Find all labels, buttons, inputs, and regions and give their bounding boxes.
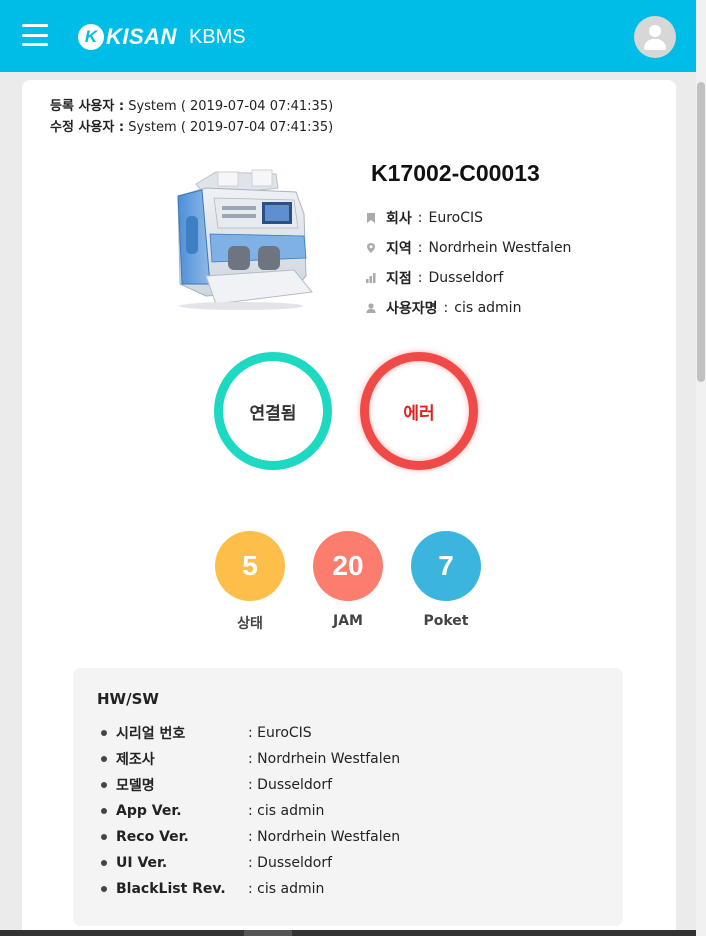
hw-label: BlackList Rev. xyxy=(116,881,226,897)
info-sep: : xyxy=(443,300,449,316)
hw-label: 모델명 xyxy=(116,778,155,794)
stat-poket[interactable]: 7 Poket xyxy=(411,531,481,629)
info-label: 지역 xyxy=(386,241,412,257)
error-status-ring[interactable]: 에러 xyxy=(360,352,478,470)
stat-poket-circle[interactable]: 7 xyxy=(411,531,481,601)
bottom-browser-bar xyxy=(0,930,696,936)
info-sep: : xyxy=(417,240,423,256)
info-row-user: 사용자명 : cis admin xyxy=(366,293,571,323)
info-value: Dusseldorf xyxy=(428,270,504,286)
info-row-region: 지역 : Nordrhein Westfalen xyxy=(366,233,571,263)
stat-jam-label: JAM xyxy=(333,613,363,629)
hw-value: : cis admin xyxy=(248,881,325,897)
user-avatar-icon[interactable] xyxy=(634,16,676,58)
bookmark-icon xyxy=(367,213,375,223)
stat-poket-label: Poket xyxy=(423,613,469,629)
stat-status[interactable]: 5 상태 xyxy=(215,531,285,633)
device-id-title: K17002-C00013 xyxy=(371,160,540,186)
page-scrollbar[interactable] xyxy=(696,0,706,936)
info-value: cis admin xyxy=(454,300,522,316)
stat-status-circle[interactable]: 5 xyxy=(215,531,285,601)
hw-value: : cis admin xyxy=(248,803,325,819)
bar-chart-icon xyxy=(366,273,376,283)
hw-sw-list: 시리얼 번호 : EuroCIS 제조사 : Nordrhein Westfalen… xyxy=(101,720,400,902)
connected-status-ring[interactable]: 연결됨 xyxy=(214,352,332,470)
created-by-value: System ( 2019-07-04 07:41:35) xyxy=(128,99,334,114)
info-label: 지점 xyxy=(386,271,412,287)
modified-by-label: 수정 사용자 : xyxy=(50,120,125,135)
info-value: Nordrhein Westfalen xyxy=(428,240,572,256)
modified-by-value: System ( 2019-07-04 07:41:35) xyxy=(128,120,334,135)
hw-label: 제조사 xyxy=(116,752,155,768)
info-sep: : xyxy=(417,270,423,286)
info-row-company: 회사 : EuroCIS xyxy=(366,203,571,233)
hw-label: UI Ver. xyxy=(116,855,168,871)
top-header: K KISAN KBMS xyxy=(0,0,696,72)
info-sep: : xyxy=(417,210,423,226)
device-info-list: 회사 : EuroCIS 지역 : Nordrhein Westfalen 지점… xyxy=(366,203,571,323)
hw-row: 제조사 : Nordrhein Westfalen xyxy=(101,746,400,772)
hw-row: Reco Ver. : Nordrhein Westfalen xyxy=(101,824,400,850)
location-pin-icon xyxy=(367,243,375,253)
hw-row: 시리얼 번호 : EuroCIS xyxy=(101,720,400,746)
kisan-logo[interactable]: K KISAN KBMS xyxy=(78,22,246,52)
info-value: EuroCIS xyxy=(428,210,484,226)
hw-row: App Ver. : cis admin xyxy=(101,798,400,824)
hw-label: Reco Ver. xyxy=(116,829,189,845)
hw-label: App Ver. xyxy=(116,803,182,819)
hw-value: : Dusseldorf xyxy=(248,855,333,871)
stat-jam[interactable]: 20 JAM xyxy=(313,531,383,629)
product-name: KBMS xyxy=(188,25,246,48)
hw-row: UI Ver. : Dusseldorf xyxy=(101,850,400,876)
hamburger-menu-icon[interactable] xyxy=(22,24,48,46)
logo-mark: K xyxy=(78,24,104,50)
hw-value: : Nordrhein Westfalen xyxy=(248,751,401,767)
record-meta: 등록 사용자 : System ( 2019-07-04 07:41:35) 수… xyxy=(50,96,333,138)
info-label: 사용자명 xyxy=(386,301,438,317)
error-status-label: 에러 xyxy=(403,403,435,424)
logo-brand-text: KISAN xyxy=(106,24,177,49)
connected-status-label: 연결됨 xyxy=(249,403,297,424)
created-by-label: 등록 사용자 : xyxy=(50,99,125,114)
hw-sw-panel: HW/SW 시리얼 번호 : EuroCIS 제조사 : Nordrhein Wes… xyxy=(73,668,623,926)
hw-row: BlackList Rev. : cis admin xyxy=(101,876,400,902)
hw-value: : Nordrhein Westfalen xyxy=(248,829,401,845)
hw-sw-title: HW/SW xyxy=(97,690,159,708)
stat-status-label: 상태 xyxy=(237,616,263,632)
hw-value: : Dusseldorf xyxy=(248,777,333,793)
hw-label: 시리얼 번호 xyxy=(116,726,186,742)
info-label: 회사 xyxy=(386,211,412,227)
info-row-branch: 지점 : Dusseldorf xyxy=(366,263,571,293)
scrollbar-thumb[interactable] xyxy=(697,82,705,382)
stat-jam-circle[interactable]: 20 xyxy=(313,531,383,601)
hw-value: : EuroCIS xyxy=(248,725,312,741)
device-detail-card: 등록 사용자 : System ( 2019-07-04 07:41:35) 수… xyxy=(22,80,676,936)
banknote-counter-image xyxy=(177,169,313,310)
hw-row: 모델명 : Dusseldorf xyxy=(101,772,400,798)
user-icon xyxy=(366,303,376,313)
